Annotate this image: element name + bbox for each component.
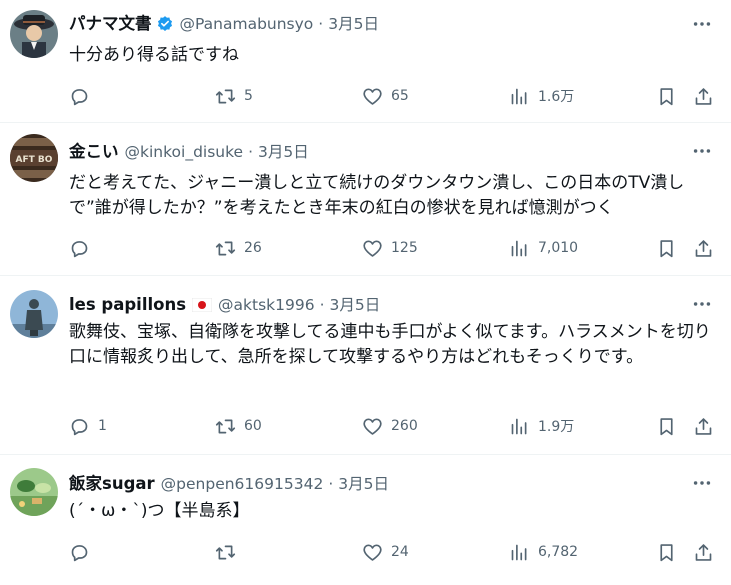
bookmark-icon <box>656 542 677 563</box>
reply-button[interactable]: 1 <box>69 413 107 439</box>
timestamp[interactable]: 3月5日 <box>328 14 379 34</box>
retweet-button[interactable]: 5 <box>215 83 253 109</box>
retweet-icon <box>215 238 236 259</box>
retweet-icon <box>215 542 236 563</box>
reply-icon <box>69 238 90 259</box>
timestamp[interactable]: 3月5日 <box>258 142 309 162</box>
like-button[interactable]: 65 <box>362 83 409 109</box>
bookmark-icon <box>656 86 677 107</box>
handle[interactable]: @aktsk1996 <box>218 295 315 315</box>
retweet-count: 60 <box>244 418 262 434</box>
retweet-icon <box>215 86 236 107</box>
heart-icon <box>362 542 383 563</box>
action-bar: 5 65 1.6万 <box>69 83 719 109</box>
tweet[interactable]: 飯家sugar @penpen616915342 · 3月5日 (´・ω・`)つ… <box>0 456 731 585</box>
heart-icon <box>362 416 383 437</box>
view-count: 6,782 <box>538 544 579 560</box>
bookmark-button[interactable] <box>656 413 677 439</box>
share-button[interactable] <box>693 83 714 109</box>
bookmark-button[interactable] <box>656 235 677 261</box>
timestamp[interactable]: 3月5日 <box>338 474 389 494</box>
heart-icon <box>362 238 383 259</box>
views-button[interactable]: 7,010 <box>509 235 578 261</box>
share-button[interactable] <box>693 539 714 565</box>
like-count: 24 <box>391 544 409 560</box>
display-name[interactable]: 金こい <box>69 142 119 162</box>
views-chart-icon <box>509 238 530 259</box>
display-name[interactable]: 飯家sugar <box>69 474 155 494</box>
share-icon <box>693 416 714 437</box>
reply-icon <box>69 86 90 107</box>
avatar[interactable] <box>10 290 58 338</box>
reply-button[interactable] <box>69 235 98 261</box>
reply-icon <box>69 416 90 437</box>
handle[interactable]: @kinkoi_disuke <box>125 142 244 162</box>
tweet[interactable]: パナマ文書 @Panamabunsyo · 3月5日 十分あり得る話ですね 5 … <box>0 0 731 123</box>
share-button[interactable] <box>693 235 714 261</box>
view-count: 7,010 <box>538 240 579 256</box>
separator: · <box>248 143 254 161</box>
bookmark-button[interactable] <box>656 83 677 109</box>
handle[interactable]: @penpen616915342 <box>161 474 324 494</box>
avatar[interactable]: AFT BO <box>10 134 58 182</box>
separator: · <box>318 15 324 33</box>
like-button[interactable]: 125 <box>362 235 418 261</box>
retweet-button[interactable]: 60 <box>215 413 262 439</box>
reply-button[interactable] <box>69 83 98 109</box>
bookmark-button[interactable] <box>656 539 677 565</box>
share-icon <box>693 86 714 107</box>
share-button[interactable] <box>693 413 714 439</box>
action-bar: 26 125 7,010 <box>69 235 719 261</box>
more-icon[interactable] <box>691 293 713 315</box>
more-icon[interactable] <box>691 13 713 35</box>
display-name[interactable]: パナマ文書 <box>69 14 152 34</box>
bookmark-icon <box>656 238 677 259</box>
retweet-button[interactable]: 26 <box>215 235 262 261</box>
reply-count: 1 <box>98 418 107 434</box>
views-chart-icon <box>509 542 530 563</box>
action-bar: 1 60 260 1.9万 <box>69 413 719 439</box>
tweet-text: (´・ω・`)つ【半島系】 <box>69 501 250 521</box>
views-button[interactable]: 1.9万 <box>509 413 574 439</box>
more-icon[interactable] <box>691 472 713 494</box>
heart-icon <box>362 86 383 107</box>
tweet[interactable]: AFT BO 金こい @kinkoi_disuke · 3月5日 だと考えてた、… <box>0 124 731 276</box>
separator: · <box>328 475 334 493</box>
japan-flag-icon <box>192 298 213 312</box>
view-count: 1.9万 <box>538 419 575 435</box>
avatar[interactable] <box>10 10 58 58</box>
like-count: 260 <box>391 418 418 434</box>
views-chart-icon <box>509 86 530 107</box>
retweet-button[interactable] <box>215 539 244 565</box>
handle[interactable]: @Panamabunsyo <box>180 14 314 34</box>
share-icon <box>693 542 714 563</box>
more-icon[interactable] <box>691 140 713 162</box>
like-button[interactable]: 24 <box>362 539 409 565</box>
views-button[interactable]: 1.6万 <box>509 83 574 109</box>
bookmark-icon <box>656 416 677 437</box>
reply-icon <box>69 542 90 563</box>
views-button[interactable]: 6,782 <box>509 539 578 565</box>
tweet[interactable]: les papillons @aktsk1996 · 3月5日 歌舞伎、宝塚、自… <box>0 277 731 455</box>
tweet-text: 歌舞伎、宝塚、自衛隊を攻撃してる連中も手口がよく似てます。ハラスメントを切り口に… <box>69 322 711 367</box>
display-name[interactable]: les papillons <box>69 295 186 315</box>
svg-text:AFT BO: AFT BO <box>16 155 53 165</box>
verified-icon <box>157 16 172 31</box>
like-count: 125 <box>391 240 418 256</box>
avatar[interactable] <box>10 468 58 516</box>
like-count: 65 <box>391 88 409 104</box>
tweet-text: だと考えてた、ジャニー潰しと立て続けのダウンタウン潰し、この日本のTV潰しで”誰… <box>69 173 685 218</box>
timestamp[interactable]: 3月5日 <box>330 295 381 315</box>
share-icon <box>693 238 714 259</box>
separator: · <box>319 296 325 314</box>
tweet-text: 十分あり得る話ですね <box>69 45 239 65</box>
retweet-count: 5 <box>244 88 253 104</box>
reply-button[interactable] <box>69 539 98 565</box>
views-chart-icon <box>509 416 530 437</box>
retweet-count: 26 <box>244 240 262 256</box>
action-bar: 24 6,782 <box>69 539 719 565</box>
view-count: 1.6万 <box>538 89 575 105</box>
like-button[interactable]: 260 <box>362 413 418 439</box>
retweet-icon <box>215 416 236 437</box>
